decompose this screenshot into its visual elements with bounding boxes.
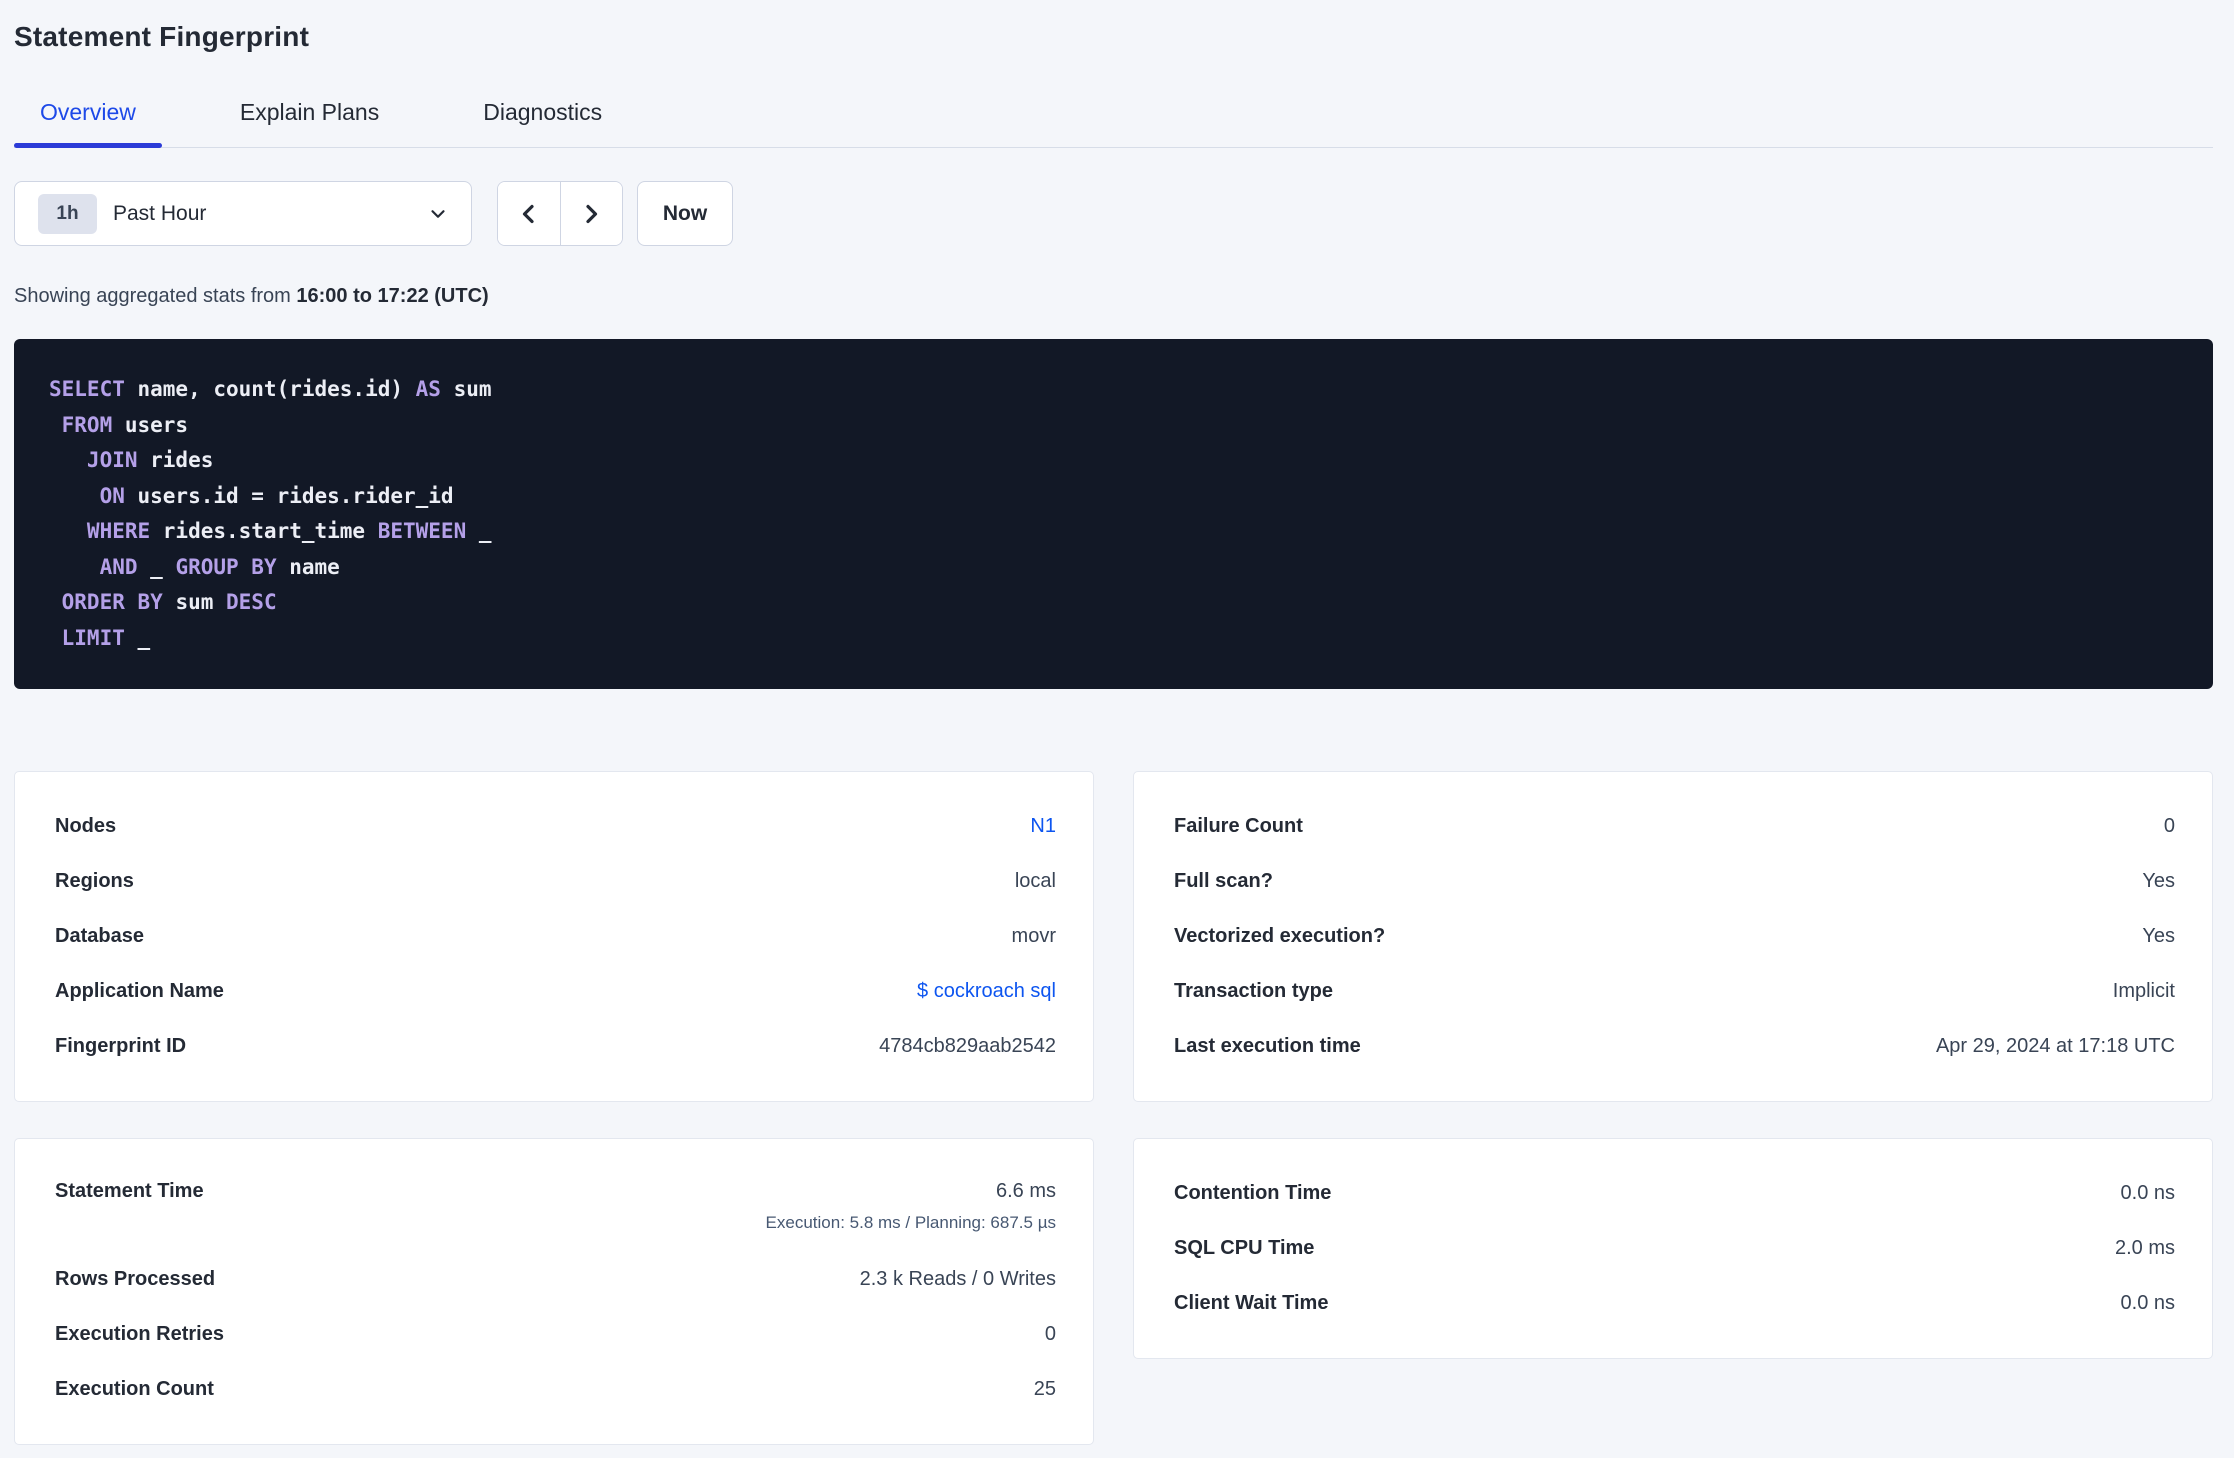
- summary-row: Last execution time Apr 29, 2024 at 17:1…: [1174, 1019, 2175, 1074]
- row-value: Implicit: [2112, 980, 2175, 1002]
- row-label: SQL CPU Time: [1174, 1237, 1315, 1259]
- row-label: Contention Time: [1174, 1182, 1332, 1204]
- tab-label: Overview: [40, 99, 136, 125]
- chevron-left-icon: [517, 202, 541, 226]
- row-label: Application Name: [55, 980, 224, 1002]
- next-time-button[interactable]: [559, 182, 622, 245]
- row-label: Statement Time: [55, 1180, 204, 1202]
- tab-label: Explain Plans: [239, 99, 380, 125]
- time-step-button-group: [497, 181, 623, 246]
- row-value: movr: [1011, 925, 1056, 947]
- summary-row: Database movr: [55, 909, 1056, 964]
- row-label: Rows Processed: [55, 1268, 216, 1290]
- row-value-block: 25: [1034, 1378, 1056, 1401]
- row-label: Client Wait Time: [1174, 1292, 1329, 1314]
- summary-row: Execution Retries 0: [55, 1307, 1056, 1362]
- tab-label: Diagnostics: [483, 99, 603, 125]
- tab-bar: Overview Explain Plans Diagnostics: [14, 97, 2213, 148]
- summary-row: Transaction type Implicit: [1174, 964, 2175, 1019]
- summary-row: Application Name $ cockroach sql: [55, 964, 1056, 1019]
- row-value: Yes: [2142, 925, 2175, 947]
- sql-line: SELECT name, count(rides.id) AS sum: [49, 377, 492, 401]
- tab-item[interactable]: Diagnostics: [457, 97, 628, 147]
- stats-line-prefix: Showing aggregated stats from: [14, 285, 291, 307]
- time-range-badge: 1h: [38, 193, 97, 234]
- row-value-block: 6.6 ms Execution: 5.8 ms / Planning: 687…: [766, 1180, 1056, 1233]
- summary-row: SQL CPU Time 2.0 ms: [1174, 1221, 2175, 1276]
- row-label: Failure Count: [1174, 815, 1303, 837]
- row-label: Execution Count: [55, 1378, 214, 1400]
- row-value: local: [1014, 870, 1056, 892]
- sql-line: FROM users: [61, 412, 189, 437]
- card-statement-timing: Statement Time 6.6 ms Execution: 5.8 ms …: [14, 1138, 1094, 1445]
- summary-row: Rows Processed 2.3 k Reads / 0 Writes: [55, 1252, 1056, 1307]
- row-value: 4784cb829aab2542: [879, 1035, 1056, 1057]
- sql-line: LIMIT _: [61, 625, 151, 650]
- row-value: Yes: [2142, 870, 2175, 892]
- sql-statement-box: SELECT name, count(rides.id) AS sum FROM …: [14, 339, 2213, 689]
- now-button[interactable]: Now: [637, 181, 733, 246]
- summary-row: Regions local: [55, 854, 1056, 909]
- sql-line: ORDER BY sum DESC: [61, 590, 277, 614]
- summary-row: Execution Count 25: [55, 1362, 1056, 1417]
- row-label: Execution Retries: [55, 1323, 224, 1345]
- aggregated-stats-line: Showing aggregated stats from 16:00 to 1…: [14, 284, 2213, 308]
- row-value: 0.0 ns: [2120, 1292, 2175, 1314]
- chevron-down-icon: [427, 203, 449, 225]
- tab-item[interactable]: Explain Plans: [214, 97, 405, 147]
- row-label: Vectorized execution?: [1174, 925, 1386, 947]
- row-label: Database: [55, 925, 144, 947]
- row-value: 2.0 ms: [2114, 1237, 2175, 1259]
- row-value: 0: [1044, 1323, 1056, 1345]
- chevron-right-icon: [579, 202, 603, 226]
- row-value: 6.6 ms: [995, 1180, 1056, 1202]
- row-label: Nodes: [55, 815, 117, 837]
- row-value: 2.3 k Reads / 0 Writes: [859, 1268, 1056, 1290]
- sql-line: JOIN rides: [86, 448, 214, 472]
- summary-row: Contention Time 0.0 ns: [1174, 1166, 2175, 1221]
- tab-item[interactable]: Overview: [14, 97, 162, 148]
- sql-line: WHERE rides.start_time BETWEEN _: [86, 519, 492, 543]
- row-value-block: 0: [1045, 1323, 1056, 1346]
- row-label: Regions: [55, 870, 134, 892]
- summary-row: Nodes N1: [55, 799, 1056, 854]
- summary-row: Statement Time 6.6 ms Execution: 5.8 ms …: [55, 1166, 1056, 1252]
- card-statement-details: Nodes N1 Regions local Database movr App…: [14, 771, 1094, 1102]
- previous-time-button[interactable]: [498, 182, 560, 245]
- summary-cards: Nodes N1 Regions local Database movr App…: [14, 771, 2213, 1445]
- summary-row: Fingerprint ID 4784cb829aab2542: [55, 1019, 1056, 1074]
- sql-line: AND _ GROUP BY name: [99, 554, 340, 579]
- row-value[interactable]: $ cockroach sql: [917, 980, 1056, 1003]
- row-subvalue: Execution: 5.8 ms / Planning: 687.5 µs: [765, 1213, 1056, 1232]
- summary-row: Failure Count 0: [1174, 799, 2175, 854]
- card-execution-attributes: Failure Count 0 Full scan? Yes Vectorize…: [1133, 771, 2213, 1102]
- summary-row: Vectorized execution? Yes: [1174, 909, 2175, 964]
- row-label: Fingerprint ID: [55, 1035, 187, 1057]
- row-label: Full scan?: [1174, 870, 1273, 892]
- time-range-label: Past Hour: [113, 201, 207, 225]
- time-range-dropdown[interactable]: 1h Past Hour: [14, 181, 472, 246]
- card-wait-timing: Contention Time 0.0 ns SQL CPU Time 2.0 …: [1133, 1138, 2213, 1359]
- statement-fingerprint-page: Statement Fingerprint Overview Explain P…: [0, 0, 2234, 1445]
- page-title: Statement Fingerprint: [14, 21, 310, 52]
- row-label: Last execution time: [1174, 1035, 1361, 1057]
- row-label: Transaction type: [1174, 980, 1333, 1002]
- summary-row: Full scan? Yes: [1174, 854, 2175, 909]
- row-value-block: 2.3 k Reads / 0 Writes: [860, 1268, 1056, 1291]
- row-value: 0: [2163, 815, 2175, 837]
- row-value: 25: [1033, 1378, 1056, 1400]
- row-value[interactable]: N1: [1030, 815, 1056, 838]
- row-value: Apr 29, 2024 at 17:18 UTC: [1935, 1035, 2175, 1057]
- time-toolbar: 1h Past Hour Now: [14, 181, 2213, 246]
- row-value: 0.0 ns: [2120, 1182, 2175, 1204]
- stats-line-range: 16:00 to 17:22 (UTC): [296, 285, 489, 307]
- summary-row: Client Wait Time 0.0 ns: [1174, 1276, 2175, 1331]
- sql-line: ON users.id = rides.rider_id: [99, 483, 454, 508]
